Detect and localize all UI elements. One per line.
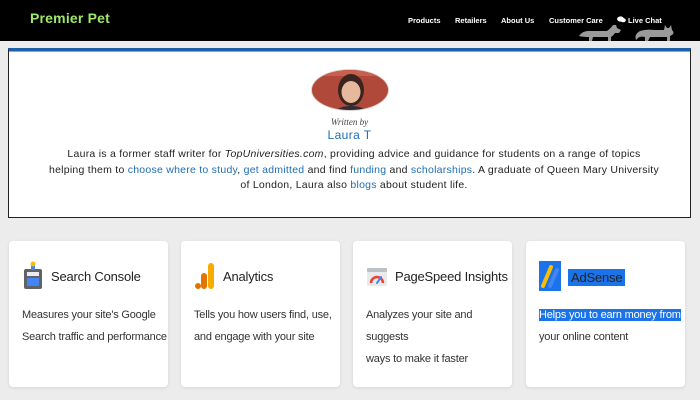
dog-silhouette-icon — [579, 25, 621, 41]
author-name-link[interactable]: Laura T — [9, 128, 690, 142]
link-funding[interactable]: funding — [350, 164, 386, 176]
author-box-accent-line — [9, 51, 690, 52]
card-pagespeed-insights[interactable]: PageSpeed Insights Analyzes your site an… — [353, 241, 512, 387]
link-choose-where-to-study[interactable]: choose where to study — [128, 164, 238, 176]
card-description-line: and engage with your site — [194, 331, 315, 343]
bio-text: Laura is a former staff writer for — [67, 148, 225, 160]
card-description-line: Tells you how users find, use, — [194, 309, 332, 321]
nav-products[interactable]: Products — [408, 16, 441, 25]
author-bio: Laura is a former staff writer for TopUn… — [49, 147, 659, 194]
card-description: Tells you how users find, use, and engage… — [194, 304, 344, 348]
card-title: PageSpeed Insights — [395, 269, 508, 284]
card-description: Analyzes your site and suggests ways to m… — [366, 304, 516, 370]
card-description-line: Helps you to earn money from — [539, 309, 681, 321]
pagespeed-icon — [367, 268, 387, 286]
brand-logo[interactable]: Premier Pet — [30, 10, 110, 26]
bio-text: and find — [304, 163, 351, 176]
brand-name: Premier Pet — [30, 10, 111, 26]
card-description-line: ways to make it faster — [366, 353, 468, 365]
card-title: AdSense — [568, 269, 626, 286]
nav-retailers[interactable]: Retailers — [455, 16, 487, 25]
card-description-line: Search traffic and performance — [22, 331, 167, 343]
bio-text: and — [386, 163, 411, 176]
bio-text: about student life. — [376, 179, 468, 191]
link-scholarships[interactable]: scholarships — [411, 164, 472, 176]
written-by-label: Written by — [330, 117, 369, 127]
card-description: Helps you to earn money from your online … — [539, 304, 689, 348]
card-description-line: your online content — [539, 331, 629, 343]
card-search-console[interactable]: Search Console Measures your site's Goog… — [9, 241, 168, 387]
search-console-icon — [24, 261, 42, 289]
analytics-icon — [195, 263, 214, 289]
bio-site-name: TopUniversities.com — [224, 148, 324, 160]
card-adsense[interactable]: AdSense Helps you to earn money from your… — [526, 241, 685, 387]
card-description-line: Analyzes your site and suggests — [366, 309, 473, 343]
nav-about-us[interactable]: About Us — [501, 16, 534, 25]
card-description: Measures your site's Google Search traffi… — [22, 304, 172, 348]
card-description-line: Measures your site's Google — [22, 309, 156, 321]
author-box: Written by Laura T Laura is a former sta… — [8, 48, 691, 218]
link-get-admitted[interactable]: get admitted — [244, 164, 305, 176]
link-blogs[interactable]: blogs — [350, 179, 376, 191]
author-avatar — [311, 69, 389, 111]
card-analytics[interactable]: Analytics Tells you how users find, use,… — [181, 241, 340, 387]
author-photo-icon — [312, 70, 388, 110]
card-title: Search Console — [51, 269, 141, 284]
top-navigation-bar: Premier Pet Products Retailers About Us … — [0, 0, 700, 41]
card-title: Analytics — [223, 269, 274, 284]
adsense-icon — [539, 261, 561, 291]
cat-silhouette-icon — [635, 25, 674, 41]
